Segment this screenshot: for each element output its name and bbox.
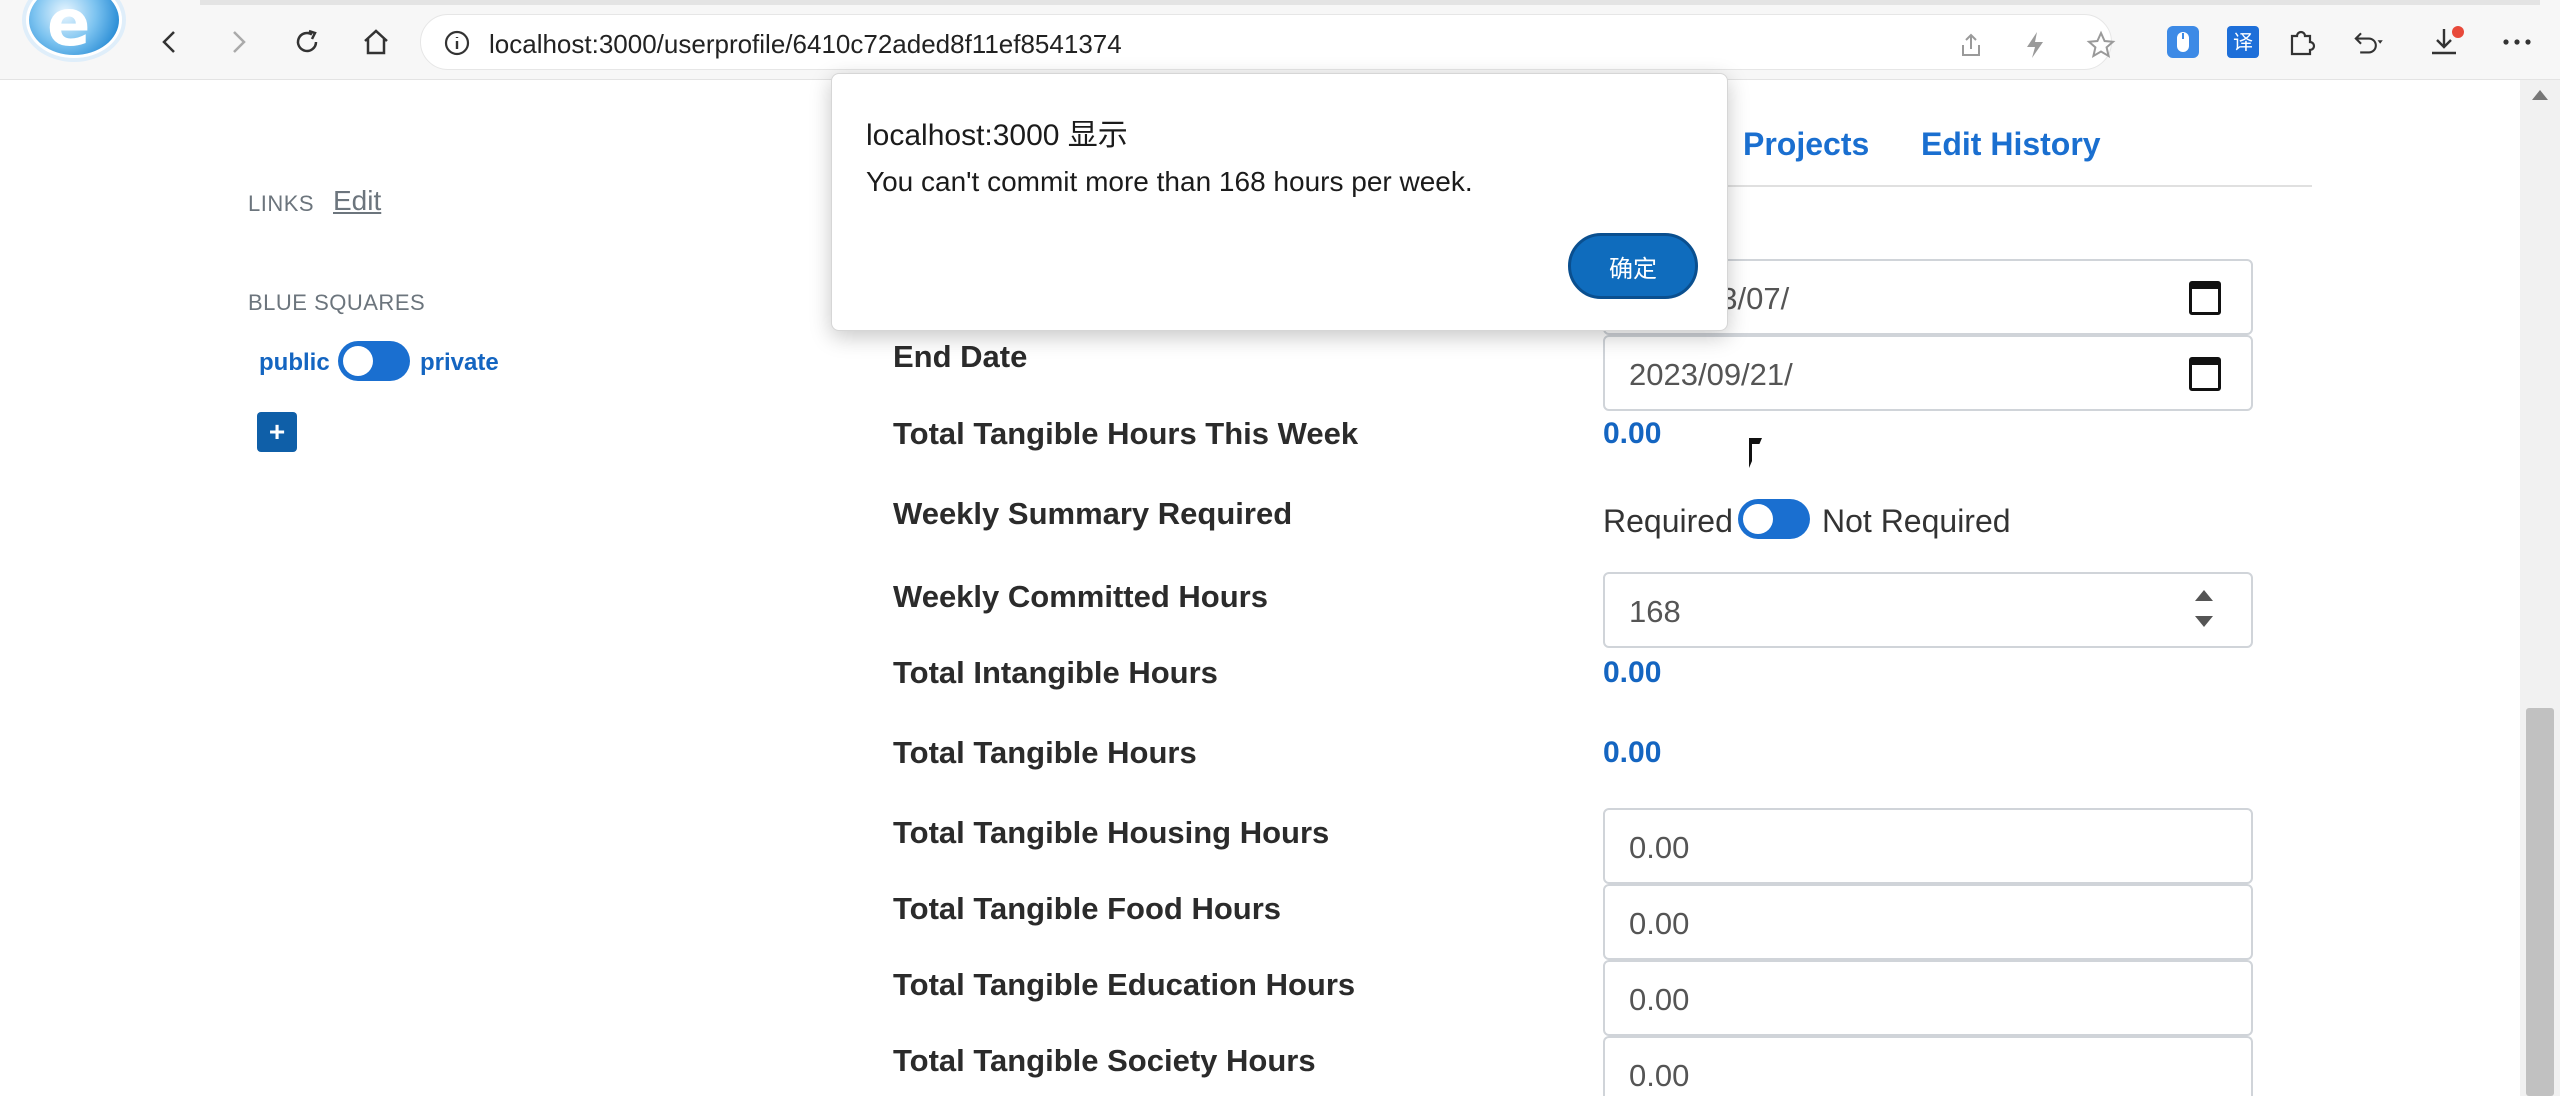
home-button[interactable]: [356, 22, 396, 62]
mouse-cursor-fill: [1752, 444, 1760, 463]
end-date-value[interactable]: 2023/09/21/: [1629, 357, 1793, 393]
share-icon[interactable]: [1953, 27, 1989, 63]
scroll-up-arrow-icon[interactable]: [2532, 90, 2548, 100]
number-stepper[interactable]: [2193, 590, 2215, 630]
summary-required-text: Required: [1603, 503, 1733, 539]
calendar-icon[interactable]: [2189, 357, 2221, 391]
forward-icon: [233, 31, 246, 53]
links-label: LINKS: [248, 191, 315, 216]
home-icon: [364, 29, 388, 55]
society-hours-input[interactable]: 0.00: [1603, 1036, 2253, 1096]
end-date-label: End Date: [893, 339, 1028, 374]
society-hours-value[interactable]: 0.00: [1629, 1058, 1689, 1094]
dialog-title: localhost:3000 显示: [866, 119, 1128, 152]
education-hours-input[interactable]: 0.00: [1603, 960, 2253, 1036]
scrollbar-thumb[interactable]: [2526, 708, 2554, 1096]
tab-edit-history[interactable]: Edit History: [1921, 126, 2101, 163]
notification-dot: [2452, 26, 2464, 38]
lightning-icon[interactable]: [2017, 27, 2053, 63]
dialog-ok-button[interactable]: 确定: [1568, 233, 1698, 299]
back-button[interactable]: [150, 22, 190, 62]
education-hours-label: Total Tangible Education Hours: [893, 967, 1356, 1002]
food-hours-input[interactable]: 0.00: [1603, 884, 2253, 960]
add-blue-square-button[interactable]: +: [257, 412, 297, 452]
svg-text:译: 译: [2233, 30, 2253, 54]
site-info-icon[interactable]: [443, 29, 471, 57]
tab-strip: [200, 0, 2540, 5]
alert-dialog: localhost:3000 显示 You can't commit more …: [831, 73, 1728, 331]
tangible-hours-label: Total Tangible Hours: [893, 735, 1197, 770]
housing-hours-input[interactable]: 0.00: [1603, 808, 2253, 884]
tangible-week-label: Total Tangible Hours This Week: [893, 416, 1359, 451]
url-text[interactable]: localhost:3000/userprofile/6410c72aded8f…: [489, 29, 1122, 60]
private-label: private: [420, 349, 499, 376]
address-bar[interactable]: localhost:3000/userprofile/6410c72aded8f…: [420, 14, 2116, 70]
education-hours-value[interactable]: 0.00: [1629, 982, 1689, 1018]
intangible-hours-label: Total Intangible Hours: [893, 655, 1218, 690]
tangible-hours-value: 0.00: [1603, 736, 1662, 769]
extension-mouse-icon[interactable]: [2163, 22, 2203, 62]
dialog-message: You can't commit more than 168 hours per…: [866, 166, 1473, 197]
committed-hours-label: Weekly Committed Hours: [893, 579, 1268, 614]
committed-hours-input[interactable]: 168: [1603, 572, 2253, 648]
extensions-puzzle-icon[interactable]: [2282, 22, 2322, 62]
public-label: public: [259, 349, 330, 376]
browser-logo: e: [26, 0, 122, 61]
tab-projects[interactable]: Projects: [1743, 126, 1869, 163]
food-hours-value[interactable]: 0.00: [1629, 906, 1689, 942]
forward-button[interactable]: [218, 22, 258, 62]
downloads-icon[interactable]: [2428, 22, 2468, 62]
favorite-star-icon[interactable]: [2083, 27, 2119, 63]
links-edit-link[interactable]: Edit: [333, 185, 381, 217]
translate-icon[interactable]: 译: [2223, 22, 2263, 62]
food-hours-label: Total Tangible Food Hours: [893, 891, 1282, 926]
back-icon: [162, 31, 175, 53]
intangible-hours-value: 0.00: [1603, 656, 1662, 689]
calendar-icon[interactable]: [2189, 281, 2221, 315]
undo-dropdown-icon[interactable]: [2348, 22, 2388, 62]
tangible-week-value: 0.00: [1603, 417, 1662, 450]
housing-hours-label: Total Tangible Housing Hours: [893, 815, 1330, 850]
reload-icon: [296, 29, 318, 53]
committed-hours-value[interactable]: 168: [1629, 594, 1681, 630]
more-menu-icon[interactable]: [2497, 22, 2537, 62]
end-date-field[interactable]: 2023/09/21/: [1603, 335, 2253, 411]
browser-toolbar: e localhost:3000/userprofile/6410c72aded…: [0, 0, 2560, 80]
page-scrollbar[interactable]: [2520, 80, 2560, 1096]
summary-not-required-text: Not Required: [1822, 503, 2011, 539]
summary-required-toggle[interactable]: [1738, 499, 1810, 539]
blue-squares-label: BLUE SQUARES: [248, 290, 426, 315]
society-hours-label: Total Tangible Society Hours: [893, 1043, 1316, 1078]
reload-button[interactable]: [287, 22, 327, 62]
housing-hours-value[interactable]: 0.00: [1629, 830, 1689, 866]
blue-squares-visibility-toggle[interactable]: [338, 341, 410, 381]
summary-required-label: Weekly Summary Required: [893, 496, 1293, 531]
